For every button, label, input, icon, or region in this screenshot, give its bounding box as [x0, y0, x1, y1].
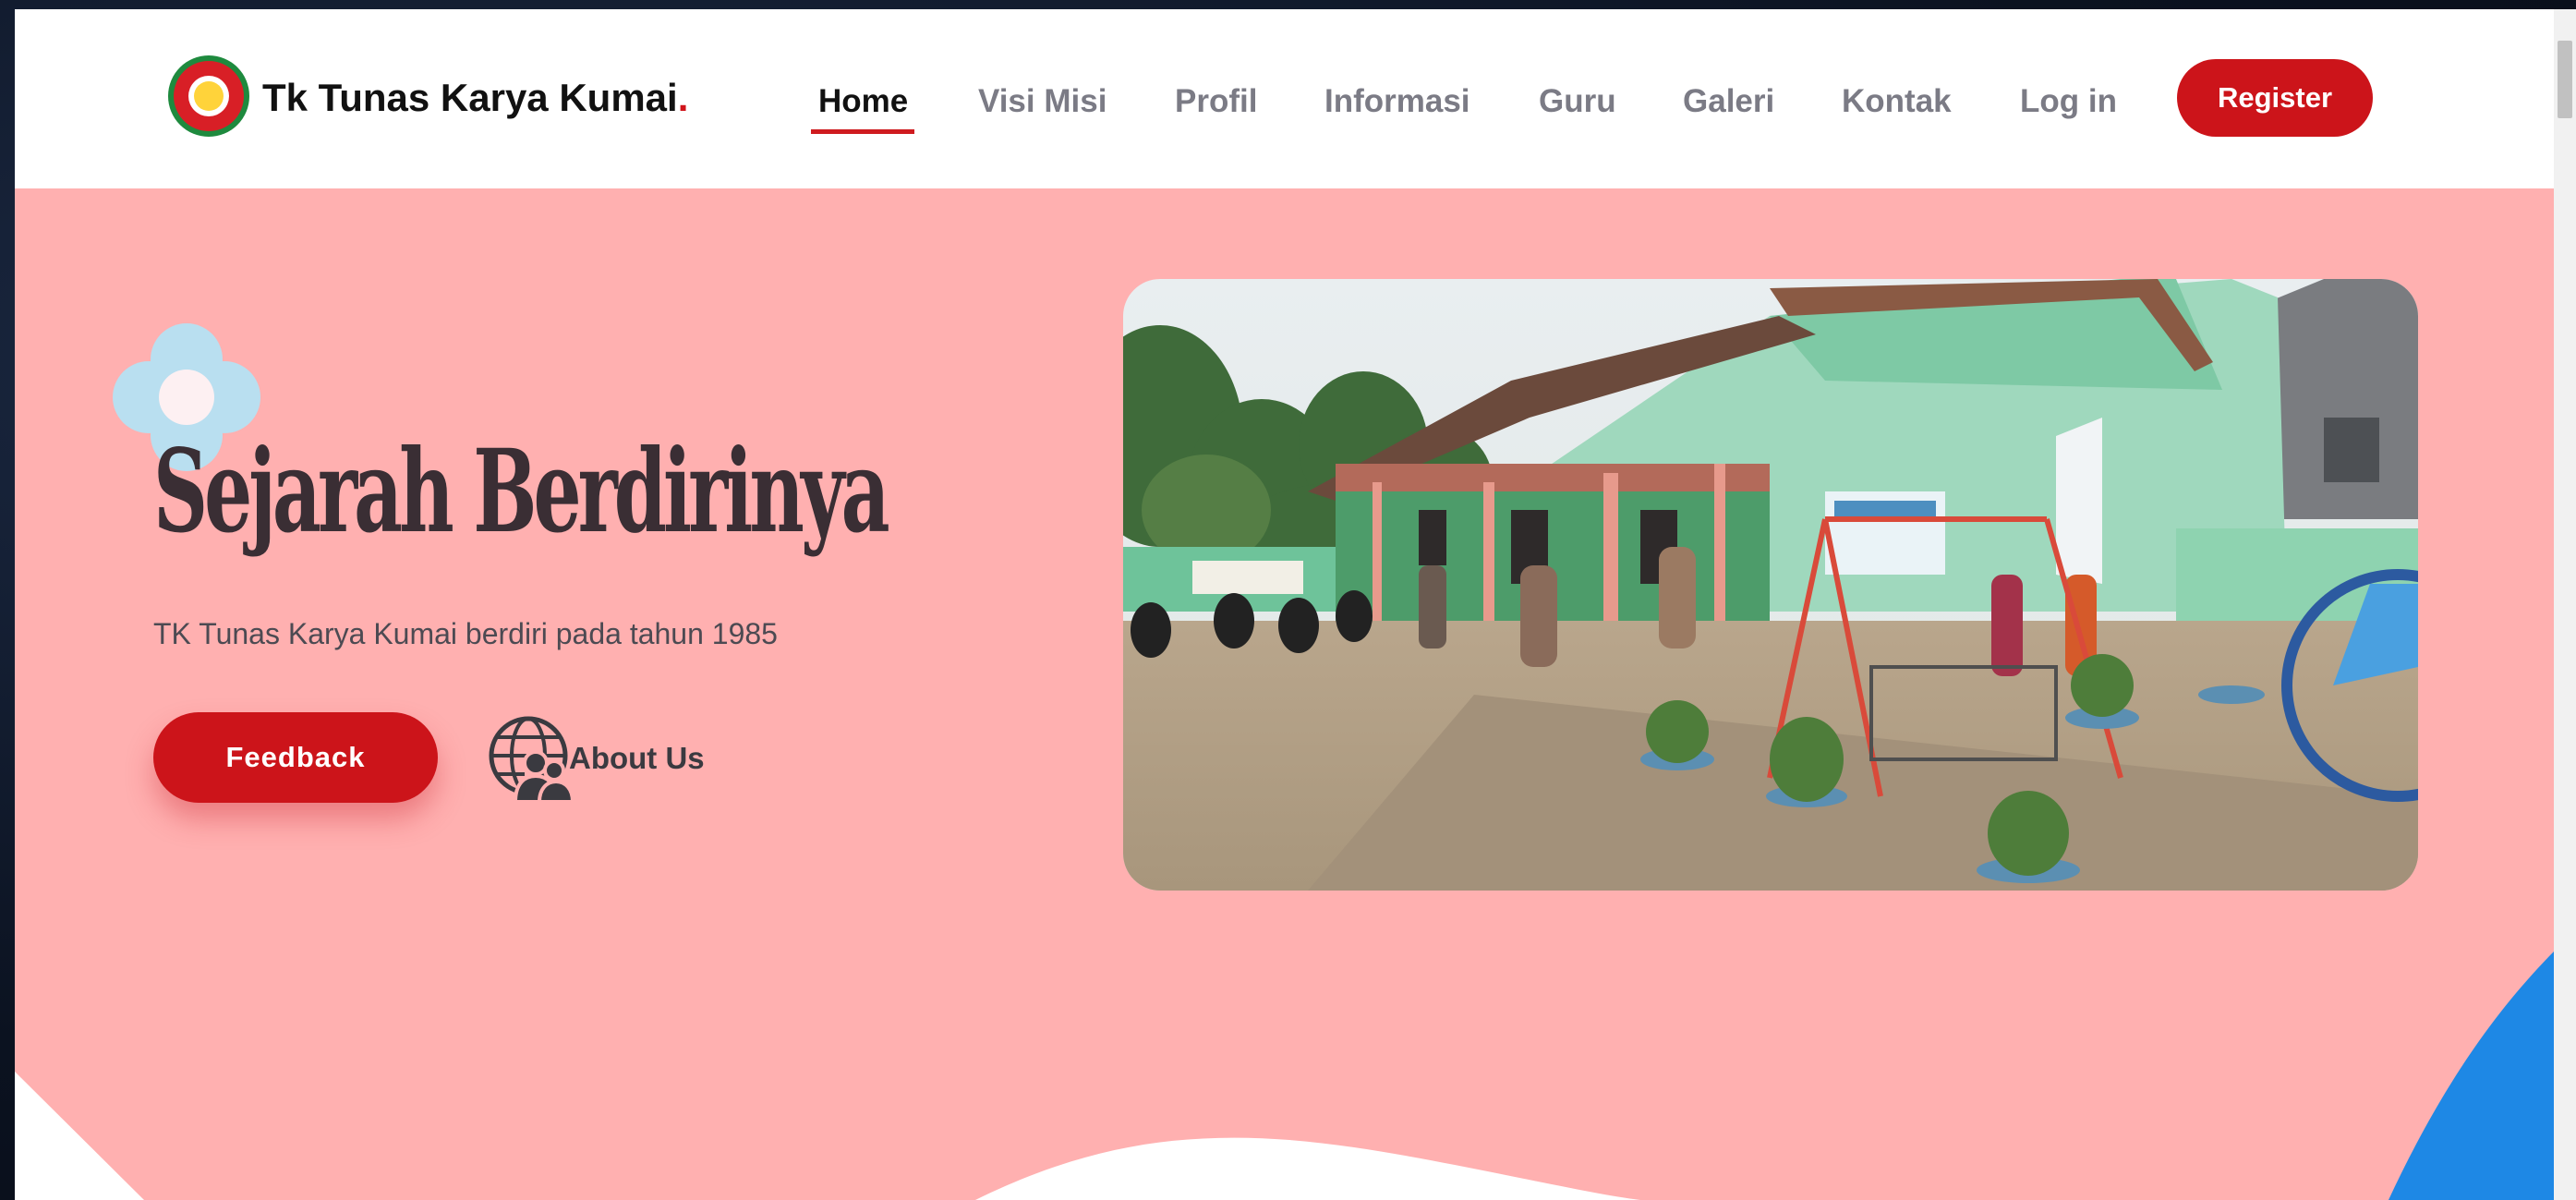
school-logo-icon[interactable] — [168, 55, 249, 137]
scrollbar[interactable] — [2554, 9, 2576, 1200]
section-wave — [15, 952, 2554, 1200]
navbar: Tk Tunas Karya Kumai. Home Visi Misi Pro… — [15, 9, 2554, 188]
brand-dot: . — [677, 76, 689, 119]
nav-log-in[interactable]: Log in — [2020, 83, 2117, 120]
hero-title: Sejarah Berdirinya — [153, 425, 890, 559]
about-us-label: About Us — [569, 741, 705, 775]
nav-visi-misi[interactable]: Visi Misi — [978, 83, 1107, 120]
globe-people-icon — [489, 716, 574, 802]
nav-active-underline — [811, 129, 914, 134]
about-us-link[interactable]: About Us — [488, 715, 705, 802]
nav-profil[interactable]: Profil — [1175, 83, 1257, 120]
nav-guru[interactable]: Guru — [1539, 83, 1616, 120]
school-photo — [1123, 279, 2418, 891]
register-button[interactable]: Register — [2177, 59, 2373, 137]
scrollbar-thumb[interactable] — [2558, 41, 2572, 118]
nav-home[interactable]: Home — [818, 83, 908, 120]
brand-name[interactable]: Tk Tunas Karya Kumai. — [262, 76, 688, 120]
nav-kontak[interactable]: Kontak — [1842, 83, 1952, 120]
browser-viewport: Tk Tunas Karya Kumai. Home Visi Misi Pro… — [15, 9, 2576, 1200]
hero-subtitle: TK Tunas Karya Kumai berdiri pada tahun … — [153, 617, 778, 650]
brand-text: Tk Tunas Karya Kumai — [262, 76, 678, 119]
nav-galeri[interactable]: Galeri — [1683, 83, 1774, 120]
school-photo-image — [1123, 279, 2418, 891]
nav-informasi[interactable]: Informasi — [1324, 83, 1470, 120]
feedback-button[interactable]: Feedback — [153, 712, 438, 803]
